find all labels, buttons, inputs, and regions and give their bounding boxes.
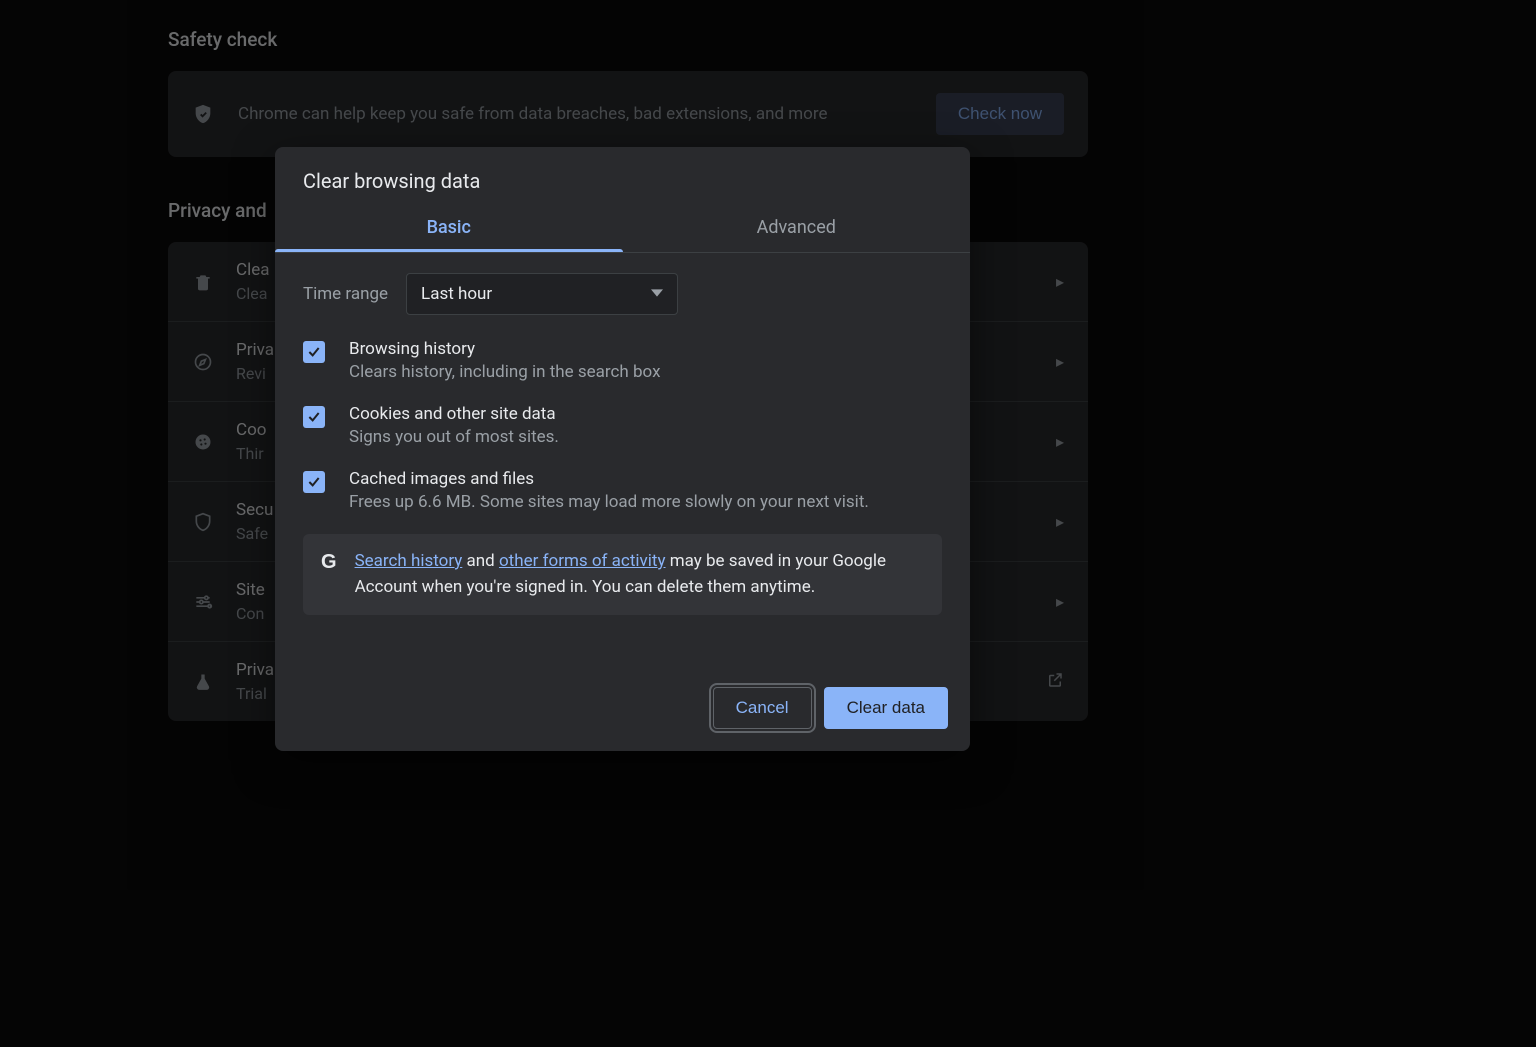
tab-advanced[interactable]: Advanced [623, 205, 971, 252]
option-subtitle: Clears history, including in the search … [349, 362, 661, 382]
info-text: Search history and other forms of activi… [355, 548, 924, 601]
option-title: Cached images and files [349, 469, 869, 489]
option-title: Cookies and other site data [349, 404, 559, 424]
tab-basic[interactable]: Basic [275, 205, 623, 252]
time-range-value: Last hour [421, 284, 492, 304]
google-icon: G [321, 551, 337, 573]
checkbox-checked-icon[interactable] [303, 471, 325, 493]
clear-data-button[interactable]: Clear data [824, 687, 948, 729]
checkbox-checked-icon[interactable] [303, 341, 325, 363]
other-activity-link[interactable]: other forms of activity [499, 551, 666, 571]
dialog-tabs: Basic Advanced [275, 205, 970, 253]
option-subtitle: Frees up 6.6 MB. Some sites may load mor… [349, 492, 869, 512]
option-cookies[interactable]: Cookies and other site data Signs you ou… [303, 404, 942, 447]
option-browsing-history[interactable]: Browsing history Clears history, includi… [303, 339, 942, 382]
time-range-select[interactable]: Last hour [406, 273, 678, 315]
search-history-link[interactable]: Search history [355, 551, 463, 571]
clear-browsing-data-dialog: Clear browsing data Basic Advanced Time … [275, 147, 970, 751]
chevron-down-icon [651, 284, 663, 304]
option-subtitle: Signs you out of most sites. [349, 427, 559, 447]
dialog-title: Clear browsing data [275, 147, 970, 205]
option-cached-images[interactable]: Cached images and files Frees up 6.6 MB.… [303, 469, 942, 512]
option-title: Browsing history [349, 339, 661, 359]
checkbox-checked-icon[interactable] [303, 406, 325, 428]
google-account-info: G Search history and other forms of acti… [303, 534, 942, 615]
time-range-label: Time range [303, 284, 388, 304]
cancel-button[interactable]: Cancel [713, 687, 812, 729]
